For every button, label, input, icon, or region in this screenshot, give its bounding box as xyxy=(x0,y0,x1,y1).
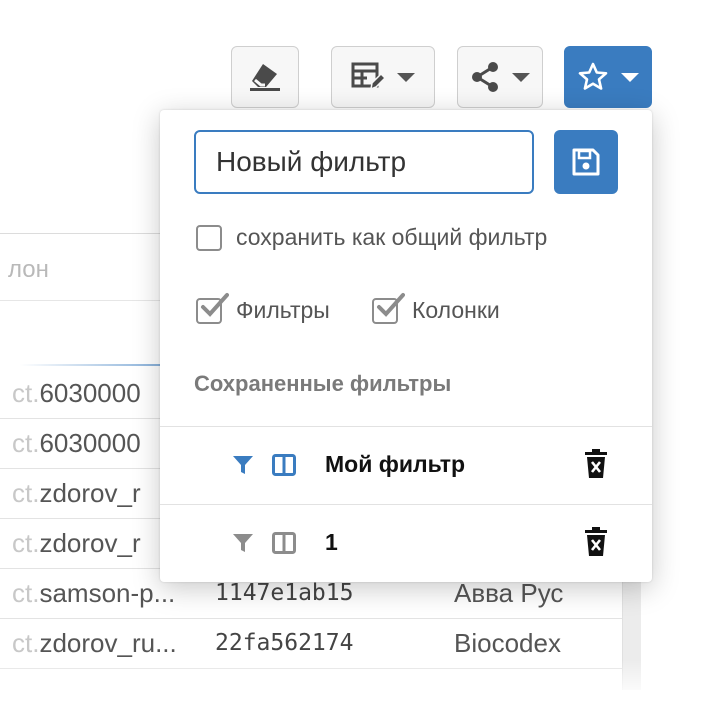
chevron-down-icon xyxy=(397,72,415,82)
eraser-icon xyxy=(250,64,280,91)
columns-icon[interactable] xyxy=(272,454,296,476)
column-header[interactable]: лон xyxy=(8,256,49,284)
filter-name-input[interactable] xyxy=(194,130,534,194)
checkbox-unchecked-icon[interactable] xyxy=(196,224,222,251)
checkbox-checked-icon[interactable] xyxy=(196,292,229,324)
share-button[interactable] xyxy=(457,46,543,108)
eraser-button[interactable] xyxy=(231,46,299,108)
star-icon xyxy=(578,62,608,90)
chevron-down-icon xyxy=(621,72,639,82)
columns-checkbox[interactable]: Колонки xyxy=(372,292,500,324)
filter-icon[interactable] xyxy=(232,533,254,553)
save-filter-button[interactable] xyxy=(554,130,618,194)
columns-icon[interactable] xyxy=(272,532,296,554)
saved-filter-name[interactable]: Мой фильтр xyxy=(325,451,465,478)
favorites-button[interactable] xyxy=(564,46,652,108)
chevron-down-icon xyxy=(512,72,530,82)
saved-filter-name[interactable]: 1 xyxy=(325,529,338,556)
bottom-fade xyxy=(0,660,702,714)
share-filter-label: сохранить как общий фильтр xyxy=(236,224,548,250)
table-cell: ct.zdorov_r xyxy=(12,528,141,558)
table-cell: ct.samson-p... xyxy=(12,578,176,608)
table-cell: ct.zdorov_ru... xyxy=(12,628,177,658)
columns-checkbox-label: Колонки xyxy=(412,297,500,323)
checkbox-checked-icon[interactable] xyxy=(372,292,405,324)
saved-filter-item[interactable]: 1 xyxy=(160,505,652,581)
share-filter-checkbox[interactable]: сохранить как общий фильтр xyxy=(196,224,547,251)
trash-icon[interactable] xyxy=(584,527,608,557)
filter-icon[interactable] xyxy=(232,455,254,475)
table-cell-company: Авва Рус xyxy=(454,578,564,608)
table-edit-icon xyxy=(351,62,385,91)
table-cell-id: 1147e1ab15 xyxy=(215,580,354,606)
share-icon xyxy=(472,62,498,92)
save-filter-popup: сохранить как общий фильтр Фильтры Колон… xyxy=(160,110,652,582)
floppy-disk-icon xyxy=(572,148,600,176)
saved-filter-item[interactable]: Мой фильтр xyxy=(160,427,652,503)
table-cell-company: Biocodex xyxy=(454,628,561,658)
table-cell: ct.6030000 xyxy=(12,428,141,458)
table-cell-id: 22fa562174 xyxy=(215,630,354,656)
filters-checkbox[interactable]: Фильтры xyxy=(196,292,330,324)
table-cell: ct.zdorov_r xyxy=(12,478,141,508)
saved-filters-title: Сохраненные фильтры xyxy=(194,371,452,396)
trash-icon[interactable] xyxy=(584,449,608,479)
column-edit-button[interactable] xyxy=(331,46,435,108)
filters-checkbox-label: Фильтры xyxy=(236,297,330,323)
table-cell: ct.6030000 xyxy=(12,378,141,408)
